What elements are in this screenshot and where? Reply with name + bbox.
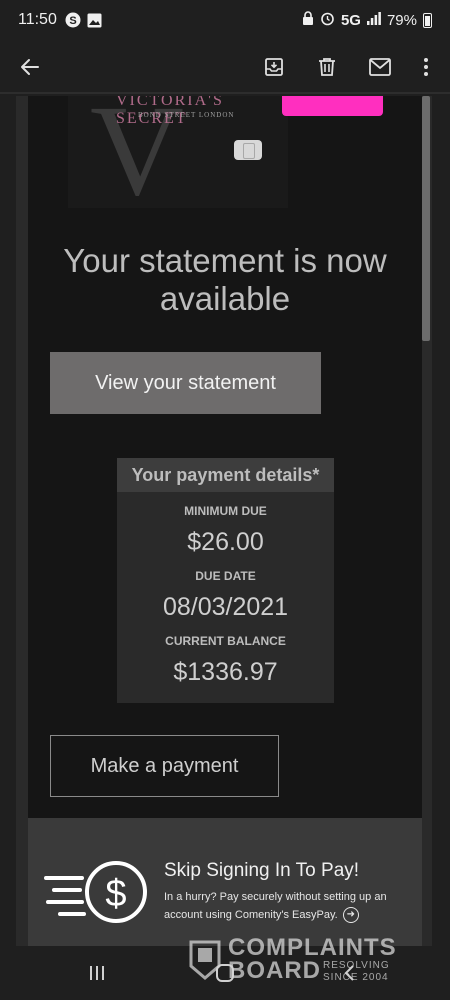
signal-icon [366,11,381,29]
due-date-value: 08/03/2021 [162,593,289,621]
page-margin-left [16,96,28,946]
svg-text:$: $ [105,873,126,915]
pink-card-image [282,96,383,116]
view-statement-button[interactable]: View your statement [50,352,321,414]
payment-details-box: Your payment details* MINIMUM DUE $26.00… [117,458,334,703]
archive-icon [265,58,283,76]
email-toolbar [0,40,450,94]
mark-unread-button[interactable] [364,51,396,83]
credit-card-image: V VICTORIA'S SECRET BOND STREET LONDON [68,96,288,208]
card-brand-sub: BOND STREET LONDON [138,111,235,119]
payment-details-title: Your payment details* [117,458,334,492]
complaintsboard-watermark: COMPLAINTS BOARD RESOLVING SINCE 2004 [188,934,408,984]
back-button[interactable] [14,51,46,83]
email-viewport[interactable]: V VICTORIA'S SECRET BOND STREET LONDON Y… [0,96,450,946]
dollar-speed-icon: $ [44,861,147,923]
svg-text:S: S [69,15,76,27]
email-body: V VICTORIA'S SECRET BOND STREET LONDON Y… [28,96,422,946]
minimum-due-label: MINIMUM DUE [184,504,267,518]
watermark-sub1: RESOLVING [323,960,390,971]
alarm-icon [320,11,335,30]
scrollbar[interactable] [422,96,430,341]
status-bar: 11:50 S 5G 79% [0,0,450,40]
s-circle-icon: S [65,12,81,28]
battery-percent: 79% [386,11,417,29]
current-balance-value: $1336.97 [173,658,278,686]
archive-button[interactable] [258,51,290,83]
delete-icon [319,58,335,76]
more-options-button[interactable] [410,51,442,83]
recent-apps-button[interactable] [82,958,112,988]
easypay-text: In a hurry? Pay securely without setting… [164,888,404,924]
complaintsboard-logo-icon [189,940,221,980]
easypay-title: Skip Signing In To Pay! [164,860,360,881]
lock-icon [302,11,314,29]
watermark-sub2: SINCE 2004 [323,972,389,983]
mail-icon [369,58,391,76]
network-label: 5G [340,11,361,29]
delete-button[interactable] [311,51,343,83]
minimum-due-value: $26.00 [187,528,264,556]
card-chip-icon [234,140,262,160]
make-payment-button[interactable]: Make a payment [50,735,279,797]
arrow-right-circle-icon[interactable]: ➜ [342,907,359,924]
easypay-banner[interactable]: $ Skip Signing In To Pay! In a hurry? Pa… [28,818,422,946]
battery-icon [423,12,432,28]
status-time: 11:50 [18,11,57,28]
arrow-left-icon [21,59,39,75]
current-balance-label: CURRENT BALANCE [165,634,286,648]
due-date-label: DUE DATE [195,569,256,583]
image-icon [87,12,103,28]
watermark-line2: BOARD [228,957,321,984]
recent-apps-icon [90,966,104,980]
statement-headline: Your statement is now available [63,242,387,317]
more-vert-icon [424,58,428,76]
